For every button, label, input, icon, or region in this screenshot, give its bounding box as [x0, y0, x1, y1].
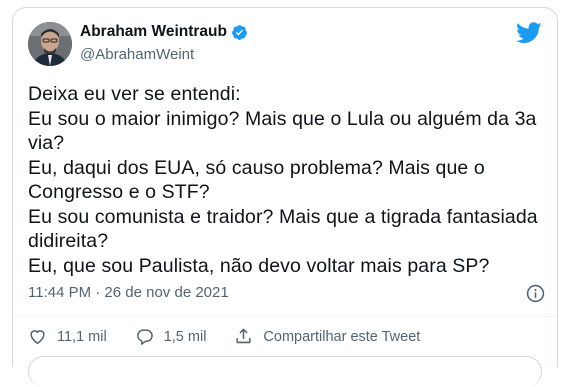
twitter-bird-icon[interactable] [516, 22, 542, 44]
tweet-timestamp[interactable]: 11:44 PM · 26 de nov de 2021 [28, 284, 229, 301]
share-label: Compartilhar este Tweet [263, 328, 421, 345]
name-row: Abraham Weintraub [80, 23, 248, 41]
heart-icon [30, 330, 45, 345]
avatar[interactable] [28, 22, 72, 66]
reply-count: 1,5 mil [163, 328, 207, 345]
avatar-image [28, 22, 72, 66]
reply-icon [136, 329, 153, 345]
display-name[interactable]: Abraham Weintraub [80, 23, 227, 41]
share-icon [236, 328, 252, 344]
read-replies-button[interactable] [28, 356, 542, 387]
tweet-text: Deixa eu ver se entendi: Eu sou o maior … [28, 83, 538, 277]
action-bar: 11,1 mil 1,5 mil Compartilhar este Tweet [28, 327, 448, 346]
handle[interactable]: @AbrahamWeint [80, 46, 194, 63]
divider [13, 316, 557, 317]
reply-button[interactable]: 1,5 mil [135, 327, 207, 346]
info-icon[interactable] [526, 284, 545, 303]
tweet-card: Abraham Weintraub @AbrahamWeint Deixa eu… [12, 7, 558, 387]
like-button[interactable]: 11,1 mil [28, 327, 107, 346]
share-button[interactable]: Compartilhar este Tweet [234, 327, 420, 346]
like-count: 11,1 mil [57, 328, 107, 345]
verified-badge-icon [232, 24, 247, 40]
